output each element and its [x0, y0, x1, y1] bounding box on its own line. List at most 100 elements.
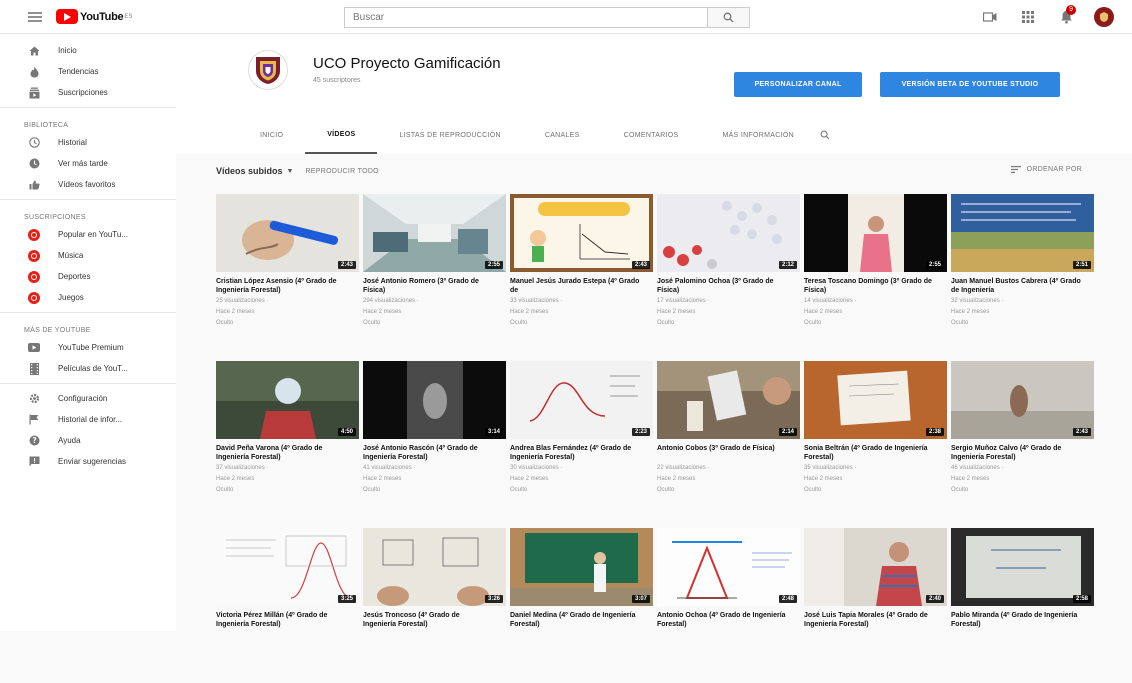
- video-card[interactable]: 2:40 José Luis Tapia Morales (4º Grado d…: [804, 528, 947, 683]
- video-title[interactable]: David Peña Varona (4º Grado de Ingenierí…: [216, 444, 346, 462]
- sidebar-item-settings[interactable]: Configuración: [0, 388, 176, 409]
- tab-home[interactable]: INICIO: [238, 116, 305, 154]
- video-thumbnail[interactable]: 2:48: [657, 528, 800, 606]
- video-thumbnail[interactable]: 2:43: [216, 194, 359, 272]
- tab-about[interactable]: MÁS INFORMACIÓN: [701, 116, 816, 154]
- account-avatar[interactable]: [1094, 7, 1114, 27]
- video-card[interactable]: 2:58 Pablo Miranda (4º Grado de Ingenier…: [951, 528, 1094, 683]
- video-title[interactable]: Daniel Medina (4º Grado de Ingeniería Fo…: [510, 611, 640, 629]
- video-card[interactable]: 2:48 Antonio Ochoa (4º Grado de Ingenier…: [657, 528, 800, 683]
- uploads-title[interactable]: Vídeos subidos: [216, 166, 283, 176]
- video-title[interactable]: José Antonio Rascón (4º Grado de Ingenie…: [363, 444, 493, 462]
- notifications-bell-icon[interactable]: 9: [1056, 5, 1076, 27]
- video-thumbnail[interactable]: 3:25: [216, 528, 359, 606]
- sidebar-item-feedback[interactable]: Enviar sugerencias: [0, 451, 176, 472]
- sidebar-item-movies[interactable]: Películas de YouT...: [0, 358, 176, 379]
- video-card[interactable]: 3:26 Jesús Troncoso (4º Grado de Ingenie…: [363, 528, 506, 683]
- video-card[interactable]: 3:25 Victoria Pérez Millán (4º Grado de …: [216, 528, 359, 683]
- video-title[interactable]: Sergio Muñoz Calvo (4º Grado de Ingenier…: [951, 444, 1081, 462]
- video-grid: 2:43 Cristian López Asensio (4º Grado de…: [216, 194, 1094, 683]
- video-card[interactable]: 2:51 Juan Manuel Bustos Cabrera (4º Grad…: [951, 194, 1094, 349]
- sidebar-item-report-history[interactable]: Historial de infor...: [0, 409, 176, 430]
- video-thumbnail[interactable]: 2:38: [804, 361, 947, 439]
- video-thumbnail[interactable]: 3:07: [510, 528, 653, 606]
- video-title[interactable]: Juan Manuel Bustos Cabrera (4º Grado de …: [951, 277, 1081, 295]
- tab-videos[interactable]: VÍDEOS: [305, 116, 378, 154]
- sidebar-item-history[interactable]: Historial: [0, 132, 176, 153]
- sidebar-item-music[interactable]: Música: [0, 245, 176, 266]
- video-title[interactable]: Andrea Blas Fernández (4º Grado de Ingen…: [510, 444, 640, 462]
- sidebar-item-popular[interactable]: Popular en YouTu...: [0, 224, 176, 245]
- video-views: 35 visualizaciones: [804, 465, 853, 471]
- video-title[interactable]: José Antonio Romero (3º Grado de Física): [363, 277, 493, 295]
- video-card[interactable]: 2:38 Sonia Beltrán (4º Grado de Ingenier…: [804, 361, 947, 516]
- video-title[interactable]: Antonio Ochoa (4º Grado de Ingeniería Fo…: [657, 611, 787, 629]
- video-card[interactable]: 2:55 José Antonio Romero (3º Grado de Fí…: [363, 194, 506, 349]
- channel-search-button[interactable]: [816, 116, 830, 154]
- video-card[interactable]: 3:14 José Antonio Rascón (4º Grado de In…: [363, 361, 506, 516]
- customize-channel-button[interactable]: PERSONALIZAR CANAL: [734, 72, 862, 97]
- video-age: Hace 2 meses: [363, 309, 402, 315]
- menu-icon[interactable]: [28, 11, 42, 22]
- video-thumbnail[interactable]: 2:23: [510, 361, 653, 439]
- sidebar-item-watch-later[interactable]: Ver más tarde: [0, 153, 176, 174]
- video-card[interactable]: 4:50 David Peña Varona (4º Grado de Inge…: [216, 361, 359, 516]
- video-thumbnail[interactable]: 2:43: [510, 194, 653, 272]
- video-thumbnail[interactable]: 4:50: [216, 361, 359, 439]
- video-thumbnail[interactable]: 3:26: [363, 528, 506, 606]
- apps-grid-icon[interactable]: [1018, 7, 1038, 27]
- video-card[interactable]: 2:43 Manuel Jesús Jurado Estepa (4º Grad…: [510, 194, 653, 349]
- video-card[interactable]: 2:55 Teresa Toscano Domingo (3º Grado de…: [804, 194, 947, 349]
- video-thumbnail[interactable]: 2:40: [804, 528, 947, 606]
- play-all-button[interactable]: REPRODUCIR TODO: [305, 168, 378, 175]
- video-thumbnail[interactable]: 2:58: [951, 528, 1094, 606]
- video-thumbnail[interactable]: 2:14: [657, 361, 800, 439]
- video-thumbnail[interactable]: 2:12: [657, 194, 800, 272]
- tab-comments[interactable]: COMENTARIOS: [602, 116, 701, 154]
- video-title[interactable]: Antonio Cobos (3º Grado de Física): [657, 444, 787, 462]
- tab-channels[interactable]: CANALES: [523, 116, 602, 154]
- video-title[interactable]: Sonia Beltrán (4º Grado de Ingeniería Fo…: [804, 444, 934, 462]
- video-thumbnail[interactable]: 2:43: [951, 361, 1094, 439]
- video-title[interactable]: José Palomino Ochoa (3º Grado de Física): [657, 277, 787, 295]
- sidebar-item-help[interactable]: ? Ayuda: [0, 430, 176, 451]
- video-card[interactable]: 2:43 Cristian López Asensio (4º Grado de…: [216, 194, 359, 349]
- video-card[interactable]: 2:14 Antonio Cobos (3º Grado de Física) …: [657, 361, 800, 516]
- sidebar-item-youtube-premium[interactable]: YouTube Premium: [0, 337, 176, 358]
- video-title[interactable]: Cristian López Asensio (4º Grado de Inge…: [216, 277, 346, 295]
- video-card[interactable]: 3:07 Daniel Medina (4º Grado de Ingenier…: [510, 528, 653, 683]
- sidebar-item-label: Configuración: [58, 394, 108, 403]
- video-card[interactable]: 2:43 Sergio Muñoz Calvo (4º Grado de Ing…: [951, 361, 1094, 516]
- sidebar-item-trending[interactable]: Tendencias: [0, 61, 176, 82]
- youtube-logo[interactable]: YouTube ES: [56, 9, 132, 24]
- video-duration: 2:55: [484, 261, 503, 269]
- video-thumbnail[interactable]: 2:55: [363, 194, 506, 272]
- caret-down-icon[interactable]: ▼: [287, 168, 294, 175]
- video-title[interactable]: José Luis Tapia Morales (4º Grado de Ing…: [804, 611, 934, 629]
- video-title[interactable]: Jesús Troncoso (4º Grado de Ingeniería F…: [363, 611, 493, 629]
- sidebar-item-home[interactable]: Inicio: [0, 40, 176, 61]
- upload-video-icon[interactable]: [980, 7, 1000, 27]
- search-input[interactable]: [344, 7, 707, 28]
- channel-avatar[interactable]: [248, 50, 288, 90]
- video-title[interactable]: Victoria Pérez Millán (4º Grado de Ingen…: [216, 611, 346, 629]
- search-icon: [723, 12, 734, 23]
- tab-playlists[interactable]: LISTAS DE REPRODUCCIÓN: [377, 116, 522, 154]
- crest-icon: [1100, 12, 1108, 22]
- youtube-studio-beta-button[interactable]: VERSIÓN BETA DE YOUTUBE STUDIO: [880, 72, 1060, 97]
- video-card[interactable]: 2:12 José Palomino Ochoa (3º Grado de Fí…: [657, 194, 800, 349]
- video-thumbnail[interactable]: 3:14: [363, 361, 506, 439]
- film-icon: [28, 362, 40, 375]
- search-button[interactable]: [707, 7, 750, 28]
- video-title[interactable]: Pablo Miranda (4º Grado de Ingeniería Fo…: [951, 611, 1081, 629]
- video-thumbnail[interactable]: 2:51: [951, 194, 1094, 272]
- video-title[interactable]: Teresa Toscano Domingo (3º Grado de Físi…: [804, 277, 934, 295]
- video-thumbnail[interactable]: 2:55: [804, 194, 947, 272]
- sort-by-button[interactable]: ORDENAR POR: [1010, 166, 1082, 173]
- sidebar-item-sports[interactable]: Deportes: [0, 266, 176, 287]
- sidebar-item-subscriptions[interactable]: Suscripciones: [0, 82, 176, 103]
- sidebar-item-liked-videos[interactable]: Vídeos favoritos: [0, 174, 176, 195]
- sidebar-item-gaming[interactable]: Juegos: [0, 287, 176, 308]
- video-title[interactable]: Manuel Jesús Jurado Estepa (4º Grado de: [510, 277, 640, 295]
- video-card[interactable]: 2:23 Andrea Blas Fernández (4º Grado de …: [510, 361, 653, 516]
